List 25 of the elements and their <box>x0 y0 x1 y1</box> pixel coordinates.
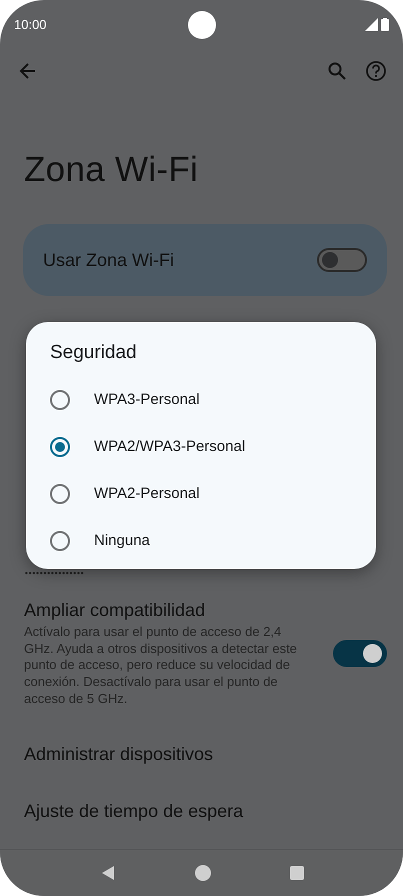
dialog-title: Seguridad <box>50 342 138 364</box>
radio-option[interactable]: WPA2-Personal <box>50 470 350 517</box>
radio-option[interactable]: Ninguna <box>50 517 350 564</box>
radio-button[interactable] <box>50 530 70 550</box>
radio-option[interactable]: WPA3-Personal <box>50 376 350 423</box>
battery-icon <box>381 18 389 30</box>
toggle-switch[interactable] <box>317 248 367 272</box>
status-time: 10:00 <box>14 16 47 32</box>
radio-button[interactable] <box>50 436 70 456</box>
home-nav-icon[interactable] <box>194 865 210 881</box>
setting-summary: Actívalo para usar el punto de acceso de 2,4 GHz. Ayuda a otros dispositivos a detectar este punto de acceso, pero reduce su velocidad de conexión. Desactívalo para usar el punto de acceso de 5 GHz. <box>24 624 298 708</box>
signal-icon <box>365 18 378 30</box>
recents-nav-icon[interactable] <box>290 866 304 880</box>
toggle-switch[interactable] <box>333 640 387 668</box>
switch-label: Usar Zona Wi-Fi <box>43 250 176 270</box>
search-icon[interactable] <box>327 61 347 81</box>
camera-hole-icon <box>188 11 216 39</box>
page-title: Zona Wi-Fi <box>24 150 200 190</box>
radio-button[interactable] <box>50 390 70 410</box>
radio-button[interactable] <box>50 484 70 504</box>
help-icon[interactable] <box>365 60 387 82</box>
radio-option[interactable]: WPA2/WPA3-Personal <box>50 423 350 470</box>
password-value: •••••••••••••••• <box>24 568 84 580</box>
back-nav-icon[interactable] <box>100 865 116 881</box>
back-arrow-icon[interactable] <box>18 61 38 81</box>
